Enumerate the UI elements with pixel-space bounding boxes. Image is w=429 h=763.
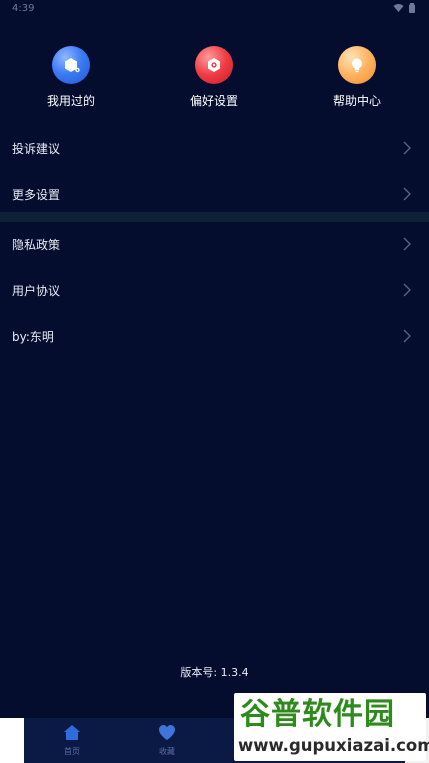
status-icons <box>393 3 415 13</box>
chevron-right-icon <box>403 329 411 343</box>
menu-item-label: 更多设置 <box>12 188 61 202</box>
quick-action-label: 偏好设置 <box>189 94 238 108</box>
quick-action-label: 我用过的 <box>46 94 95 108</box>
tab-favorites[interactable]: 收藏 <box>137 724 197 757</box>
watermark-title: 谷普软件园 <box>240 697 395 732</box>
menu-item-label: 投诉建议 <box>12 142 61 156</box>
version-text: 版本号: 1.3.4 <box>180 666 249 679</box>
settings-gear-icon <box>195 46 233 84</box>
tab-label: 收藏 <box>159 747 175 756</box>
menu-item-privacy-policy[interactable]: 隐私政策 <box>0 222 429 268</box>
quick-action-history[interactable]: 我用过的 <box>16 46 126 109</box>
watermark-url: www.gupuxiazai.com <box>238 736 429 755</box>
quick-action-help[interactable]: 帮助中心 <box>302 46 412 109</box>
section-divider <box>0 212 429 222</box>
quick-action-preferences[interactable]: 偏好设置 <box>159 46 269 109</box>
home-icon <box>64 725 80 740</box>
hexagon-icon <box>52 46 90 84</box>
bottom-left-edge <box>0 718 24 763</box>
tab-home[interactable]: 首页 <box>42 724 102 757</box>
quick-action-label: 帮助中心 <box>332 94 381 108</box>
heart-icon <box>159 725 175 740</box>
menu-item-label: by:东明 <box>12 330 54 344</box>
status-bar: 4:39 <box>0 0 429 20</box>
chevron-right-icon <box>403 237 411 251</box>
chevron-right-icon <box>403 187 411 201</box>
battery-icon <box>409 3 415 13</box>
lightbulb-icon <box>338 46 376 84</box>
menu-item-label: 隐私政策 <box>12 238 61 252</box>
status-time: 4:39 <box>12 3 35 14</box>
tab-label: 首页 <box>64 747 80 756</box>
menu-item-author[interactable]: by:东明 <box>0 314 429 360</box>
wifi-icon <box>393 4 404 12</box>
watermark-logo: 谷普软件园 www.gupuxiazai.com <box>234 693 429 761</box>
chevron-right-icon <box>403 141 411 155</box>
menu-item-label: 用户协议 <box>12 284 61 298</box>
chevron-right-icon <box>403 283 411 297</box>
menu-item-feedback[interactable]: 投诉建议 <box>0 126 429 172</box>
quick-actions: 我用过的 偏好设置 帮助中心 <box>0 46 429 110</box>
menu-item-user-agreement[interactable]: 用户协议 <box>0 268 429 314</box>
profile-screen: 4:39 我用过的 偏好设置 帮助中心 投诉建议 更多设置 隐私政策 用户协议 … <box>0 0 429 763</box>
